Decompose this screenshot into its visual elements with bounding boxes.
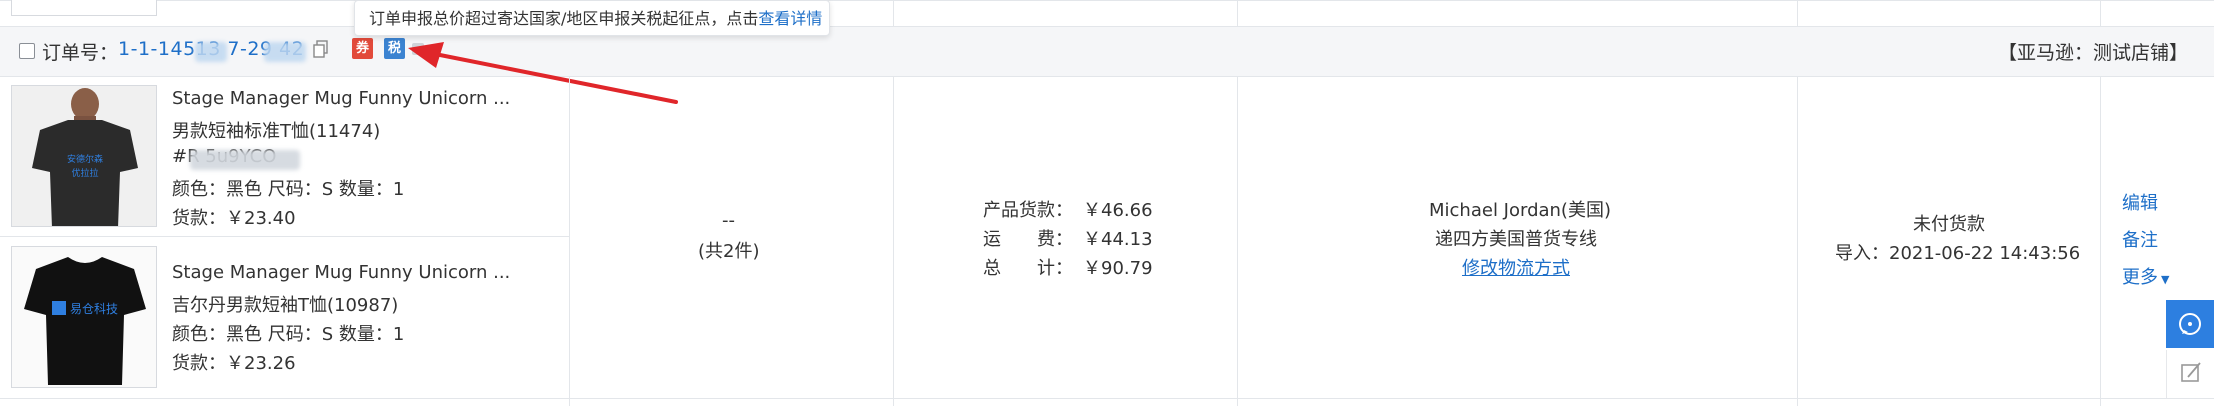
coupon-badge-icon[interactable]: 券: [352, 38, 373, 59]
total-fee-label: 总 计：: [983, 258, 1073, 279]
bottom-border: [0, 398, 2214, 399]
quantity-total: (共2件): [698, 241, 760, 262]
recipient-name: Michael Jordan(美国): [1429, 200, 1611, 221]
copy-icon[interactable]: [313, 40, 329, 58]
divider: [2100, 76, 2101, 406]
divider: [569, 76, 570, 406]
product-price: 货款：￥23.26: [172, 353, 296, 374]
chevron-down-icon: ▼: [2161, 273, 2170, 286]
more-button[interactable]: 更多 ▼: [2122, 263, 2169, 289]
tax-tooltip: 订单申报总价超过寄达国家/地区申报关税起征点，点击查看详情: [354, 0, 830, 36]
tooltip-text: 订单申报总价超过寄达国家/地区申报关税起征点，点击: [369, 9, 759, 28]
shipping-fee-value: ￥44.13: [1083, 229, 1153, 250]
divider: [893, 0, 894, 26]
product-attributes: 颜色：黑色 尺码：S 数量：1: [172, 324, 405, 345]
svg-text:安德尔森: 安德尔森: [67, 153, 103, 165]
product-divider: [0, 236, 569, 237]
order-number-label: 订单号：: [42, 42, 119, 64]
product-title[interactable]: Stage Manager Mug Funny Unicorn ...: [172, 262, 510, 283]
product-price: 货款：￥23.40: [172, 208, 296, 229]
shipping-fee-label: 运 费：: [983, 229, 1073, 250]
product-variant: 男款短袖标准T恤(11474): [172, 121, 381, 142]
product-title[interactable]: Stage Manager Mug Funny Unicorn ...: [172, 88, 510, 109]
import-time: 导入：2021-06-22 14:43:56: [1835, 243, 2081, 264]
divider: [1237, 0, 1238, 26]
divider: [1237, 76, 1238, 406]
total-fee-value: ￥90.79: [1083, 258, 1153, 279]
customer-service-button[interactable]: [2166, 300, 2214, 348]
blur-mask: [195, 42, 227, 62]
svg-text:易仓科技: 易仓科技: [70, 302, 118, 316]
top-border: [0, 0, 2214, 1]
quantity-dash: --: [722, 210, 735, 231]
product-fee-value: ￥46.66: [1083, 200, 1153, 221]
blur-mask: [190, 150, 300, 170]
payment-status: 未付货款: [1913, 214, 1985, 235]
product-fee-label: 产品货款：: [983, 200, 1073, 221]
divider: [1797, 76, 1798, 406]
change-shipping-link[interactable]: 修改物流方式: [1462, 254, 1570, 280]
more-label: 更多: [2122, 267, 2158, 288]
headset-icon: [2179, 313, 2201, 335]
note-button[interactable]: 备注: [2122, 226, 2158, 252]
product-thumbnail[interactable]: 安德尔森 优拉拉: [11, 85, 157, 227]
tooltip-details-link[interactable]: 查看详情: [758, 9, 822, 28]
product-attributes: 颜色：黑色 尺码：S 数量：1: [172, 179, 405, 200]
product-thumbnail[interactable]: 易仓科技: [11, 246, 157, 388]
edit-icon: [2181, 362, 2201, 382]
tshirt-image: 安德尔森 优拉拉: [12, 86, 156, 226]
store-name: 【亚马逊：测试店铺】: [1997, 42, 2188, 64]
order-header-row: [0, 26, 2214, 77]
product-variant: 吉尔丹男款短袖T恤(10987): [172, 295, 399, 316]
divider: [2100, 0, 2101, 26]
shipping-method: 递四方美国普货专线: [1435, 229, 1597, 250]
prev-product-thumbnail: [11, 0, 157, 16]
svg-text:优拉拉: 优拉拉: [71, 167, 98, 179]
feedback-button[interactable]: [2166, 350, 2214, 398]
divider: [1797, 0, 1798, 26]
tshirt-image: 易仓科技: [12, 247, 156, 387]
blur-mask: [264, 42, 306, 62]
edit-button[interactable]: 编辑: [2122, 189, 2158, 215]
order-select-checkbox[interactable]: [19, 43, 35, 59]
divider: [893, 76, 894, 406]
